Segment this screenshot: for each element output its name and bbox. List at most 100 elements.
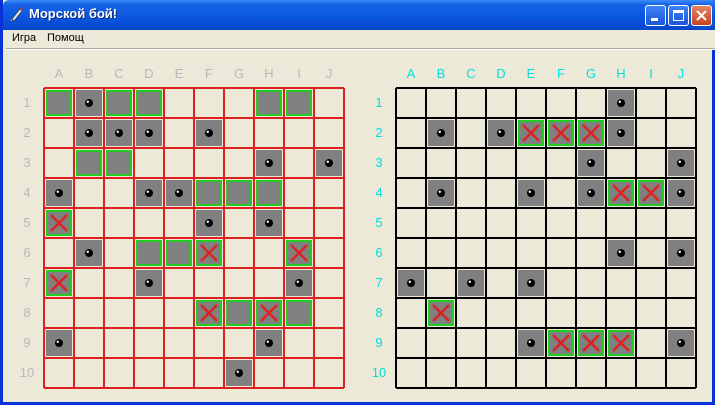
enemy_board-cell[interactable] [636,298,666,328]
player_board-cell[interactable] [164,148,194,178]
enemy_board-cell[interactable] [426,88,456,118]
enemy_board-cell[interactable] [426,328,456,358]
enemy_board-cell[interactable] [666,88,696,118]
player_board-cell[interactable] [224,208,254,238]
player_board-cell[interactable] [194,328,224,358]
player_board-cell[interactable] [314,298,344,328]
player_board-cell[interactable] [314,208,344,238]
player_board-cell[interactable] [44,298,74,328]
enemy_board-cell[interactable] [426,358,456,388]
close-button[interactable] [691,5,712,26]
enemy_board-cell[interactable] [546,298,576,328]
player_board-cell[interactable] [74,268,104,298]
enemy_board-cell[interactable] [636,148,666,178]
player_board-cell[interactable] [164,328,194,358]
enemy_board-cell[interactable] [636,208,666,238]
enemy_board-cell[interactable] [576,238,606,268]
enemy_board-cell[interactable] [666,208,696,238]
player_board-cell[interactable] [284,328,314,358]
player_board-cell[interactable] [44,358,74,388]
player_board-cell[interactable] [164,298,194,328]
enemy_board-cell[interactable] [426,268,456,298]
enemy_board-cell[interactable] [636,118,666,148]
player_board-cell[interactable] [284,208,314,238]
player_board-cell[interactable] [44,118,74,148]
enemy_board-cell[interactable] [426,238,456,268]
enemy_board-cell[interactable] [546,88,576,118]
enemy_board-cell[interactable] [516,208,546,238]
enemy_board-cell[interactable] [516,298,546,328]
enemy_board-cell[interactable] [546,268,576,298]
enemy_board-cell[interactable] [486,328,516,358]
player_board-cell[interactable] [254,238,284,268]
enemy_board-cell[interactable] [666,268,696,298]
enemy_board-cell[interactable] [606,298,636,328]
player_board-cell[interactable] [224,328,254,358]
menu-game[interactable]: Игра [12,32,36,44]
enemy_board-cell[interactable] [486,178,516,208]
enemy_board-cell[interactable] [516,88,546,118]
player_board-cell[interactable] [314,328,344,358]
enemy_board-cell[interactable] [516,358,546,388]
player_board-cell[interactable] [224,148,254,178]
player_board-cell[interactable] [194,148,224,178]
player_board-cell[interactable] [134,328,164,358]
enemy_board-cell[interactable] [606,358,636,388]
player_board-cell[interactable] [74,178,104,208]
enemy_board-cell[interactable] [396,238,426,268]
enemy_board-cell[interactable] [636,268,666,298]
enemy_board-cell[interactable] [636,238,666,268]
enemy_board-cell[interactable] [636,88,666,118]
player_board-cell[interactable] [134,358,164,388]
player_board-cell[interactable] [284,178,314,208]
player_board-cell[interactable] [314,88,344,118]
player_board-cell[interactable] [104,328,134,358]
enemy_board-cell[interactable] [396,328,426,358]
player_board-cell[interactable] [104,238,134,268]
player_board-cell[interactable] [194,358,224,388]
enemy_board-cell[interactable] [426,148,456,178]
player_board-cell[interactable] [284,148,314,178]
enemy_board-cell[interactable] [636,358,666,388]
player_board-cell[interactable] [164,268,194,298]
enemy_board-cell[interactable] [456,238,486,268]
enemy_board-cell[interactable] [516,148,546,178]
player_board-cell[interactable] [164,358,194,388]
player_board-cell[interactable] [224,238,254,268]
player_board-cell[interactable] [194,268,224,298]
enemy_board-cell[interactable] [486,358,516,388]
enemy_board-cell[interactable] [426,208,456,238]
title-bar[interactable]: Морской бой! [3,0,715,30]
enemy_board-cell[interactable] [456,328,486,358]
player_board-cell[interactable] [104,208,134,238]
player_board-cell[interactable] [254,268,284,298]
player_board-cell[interactable] [164,88,194,118]
enemy_board-cell[interactable] [456,88,486,118]
enemy_board-cell[interactable] [516,238,546,268]
enemy_board-cell[interactable] [456,298,486,328]
enemy_board-cell[interactable] [576,88,606,118]
enemy_board-cell[interactable] [456,208,486,238]
player_board-cell[interactable] [224,118,254,148]
enemy_board-cell[interactable] [606,268,636,298]
enemy_board-cell[interactable] [666,118,696,148]
enemy_board-cell[interactable] [546,208,576,238]
enemy_board-cell[interactable] [576,298,606,328]
enemy_board-cell[interactable] [396,208,426,238]
enemy_board-cell[interactable] [486,88,516,118]
enemy_board-cell[interactable] [456,118,486,148]
menu-help[interactable]: Помощ [47,32,84,44]
player_board-cell[interactable] [254,358,284,388]
player_board-cell[interactable] [314,238,344,268]
enemy_board-cell[interactable] [666,358,696,388]
enemy_board-cell[interactable] [576,208,606,238]
player_board-cell[interactable] [314,118,344,148]
player_board-cell[interactable] [314,178,344,208]
enemy_board-cell[interactable] [396,298,426,328]
player_board-cell[interactable] [74,328,104,358]
player_board-cell[interactable] [284,118,314,148]
minimize-button[interactable] [645,5,666,26]
player_board-cell[interactable] [104,298,134,328]
player_board-cell[interactable] [44,238,74,268]
player_board-cell[interactable] [164,208,194,238]
